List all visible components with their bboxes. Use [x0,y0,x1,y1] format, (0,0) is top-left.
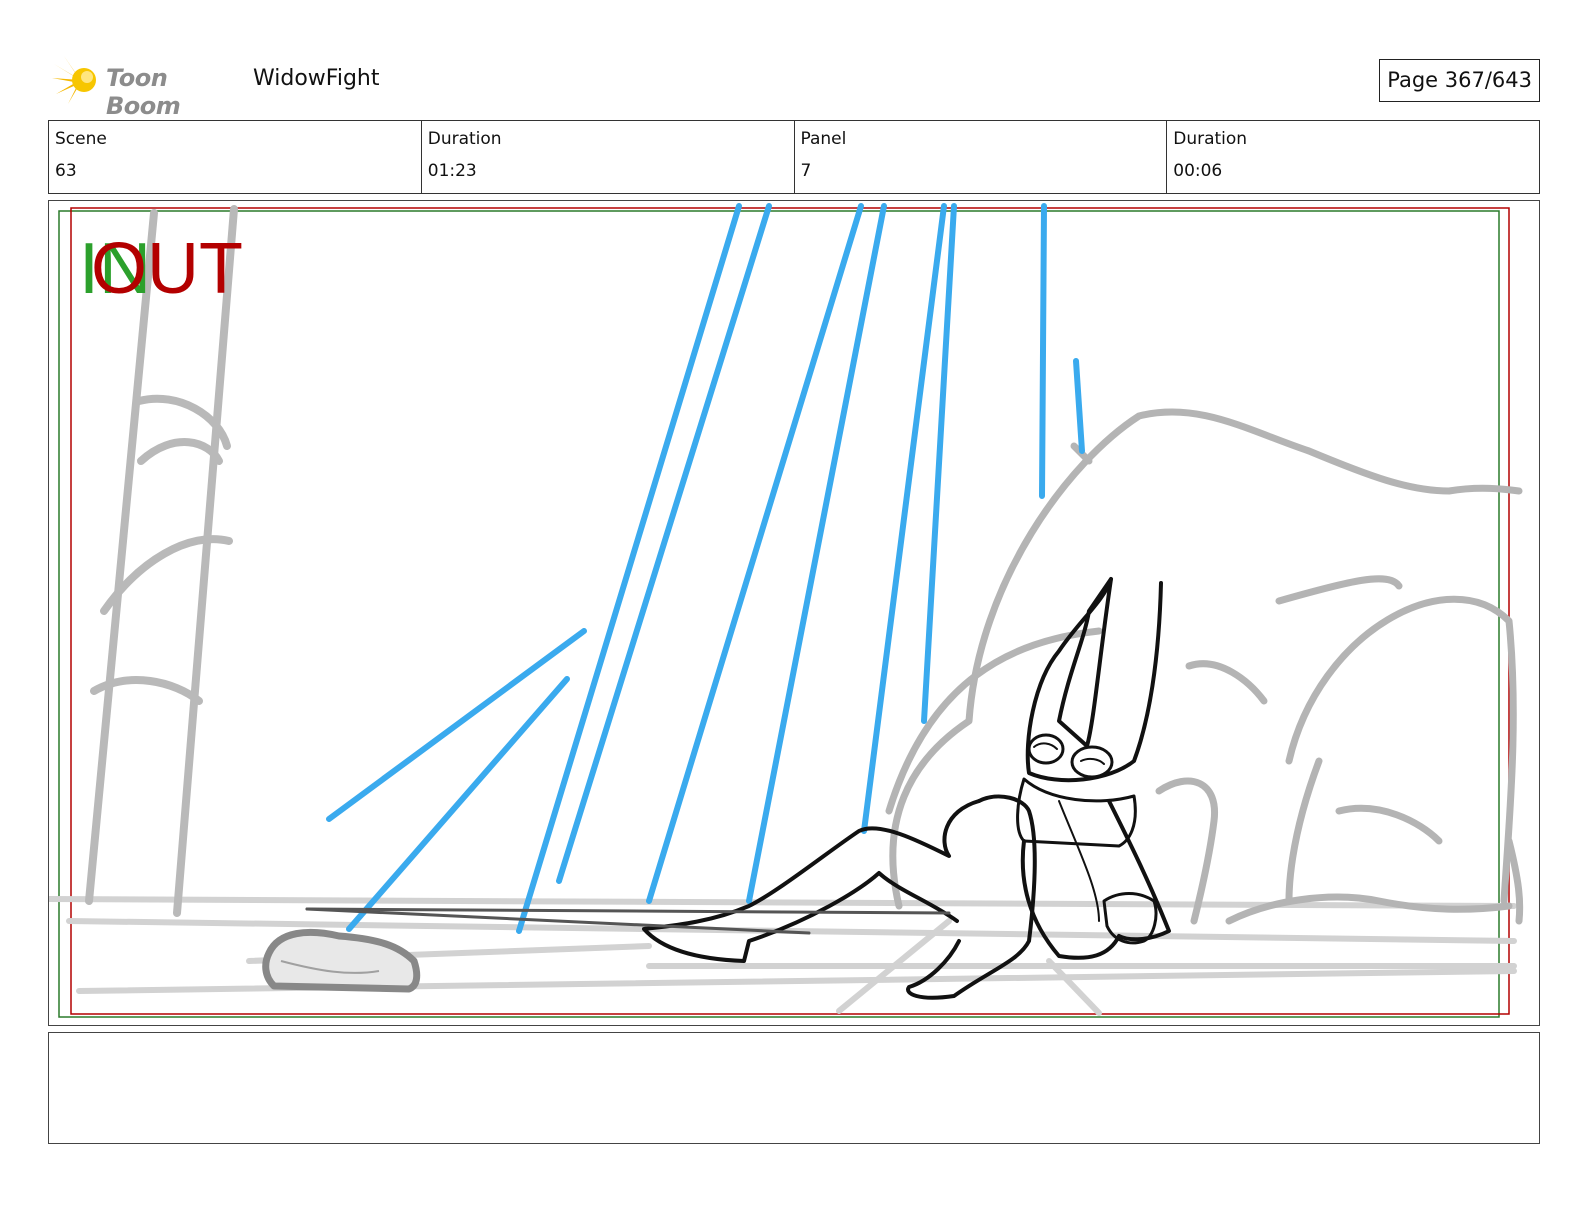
panel-duration-label: Duration [1173,129,1248,149]
panel-notes-box [48,1032,1540,1144]
safe-frame-green [58,210,1500,1018]
background-pillar [85,205,238,917]
in-out-markers: IN OUT [79,229,259,309]
page-number: Page 367/643 [1379,59,1540,102]
scene-info-table: Scene 63 Duration 01:23 Panel 7 Duration… [48,120,1540,194]
logo-text: Toon Boom [106,64,181,120]
panel-duration-cell: Duration 00:06 [1167,121,1539,193]
scene-duration-label: Duration [427,129,502,149]
background-rocks [885,408,1524,925]
toon-boom-logo: Toon Boom [50,54,240,120]
scene-duration-value: 01:23 [427,161,477,181]
scene-value: 63 [55,161,77,181]
project-name: WidowFight [253,66,380,91]
scene-label: Scene [55,129,107,149]
panel-cell: Panel 7 [795,121,1168,193]
panel-value: 7 [800,161,812,181]
scene-cell: Scene 63 [49,121,422,193]
storyboard-panel: IN OUT [48,200,1540,1026]
scene-duration-cell: Duration 01:23 [422,121,795,193]
safe-frame-red [70,207,1510,1015]
out-marker: OUT [91,229,243,309]
panel-duration-value: 00:06 [1173,161,1223,181]
page-header: Toon Boom WidowFight Page 367/643 [48,52,1540,120]
panel-drawing [49,203,1524,1018]
small-stone [262,928,421,993]
light-beams [326,203,1085,934]
sunburst-icon [52,56,96,104]
panel-label: Panel [800,129,847,149]
